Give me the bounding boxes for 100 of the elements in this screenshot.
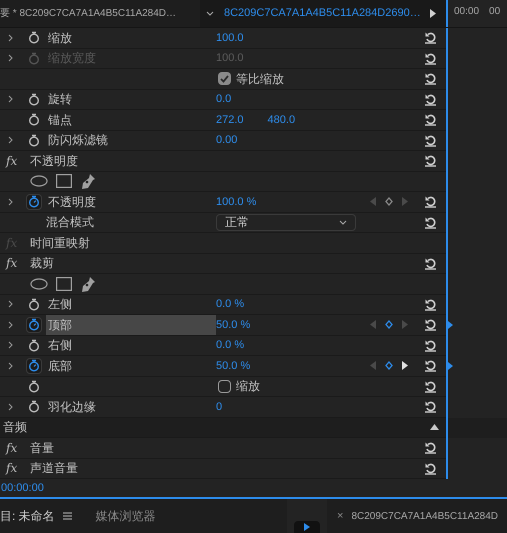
keyframe-marker-icon[interactable]	[448, 321, 453, 330]
expand-chevron-icon[interactable]	[8, 402, 14, 411]
reset-icon[interactable]	[424, 195, 437, 208]
stopwatch-icon[interactable]	[26, 91, 42, 108]
reset-icon[interactable]	[424, 256, 437, 270]
play-icon[interactable]	[430, 9, 436, 18]
stopwatch-icon[interactable]	[26, 398, 42, 415]
expand-chevron-icon[interactable]	[8, 34, 14, 42]
reset-icon[interactable]	[424, 400, 437, 414]
param-value[interactable]: 0.0	[216, 91, 232, 108]
expand-chevron-icon[interactable]	[8, 136, 14, 144]
param-label: 旋转	[47, 91, 73, 108]
param-value[interactable]: 480.0	[268, 112, 296, 128]
stopwatch-icon[interactable]	[26, 112, 42, 128]
param-label: 锚点	[47, 112, 73, 129]
reset-icon[interactable]	[424, 462, 437, 475]
effect-name: 时间重映射	[30, 234, 90, 252]
param-value[interactable]: 100.0	[216, 30, 244, 46]
pen-icon[interactable]	[80, 173, 96, 190]
reset-icon[interactable]	[424, 134, 437, 147]
fx-toggle[interactable]: fx	[6, 152, 22, 170]
caret-icon	[339, 220, 347, 225]
ellipse-mask-icon[interactable]	[30, 175, 48, 188]
source-tab[interactable]: 8C209C7CA7A1A4B5C11A284D	[351, 508, 498, 524]
param-label: 底部	[47, 358, 73, 375]
param-value[interactable]: 272.0	[216, 112, 244, 128]
blend-mode-dropdown[interactable]: 正常	[216, 214, 356, 231]
close-button[interactable]: ×	[337, 508, 344, 524]
param-value[interactable]: 0.0 %	[216, 337, 244, 354]
stopwatch-icon[interactable]	[26, 30, 42, 46]
ellipse-mask-icon[interactable]	[30, 278, 48, 290]
param-label: 缩放	[47, 30, 73, 47]
param-value[interactable]: 0.00	[216, 132, 238, 148]
effect-name: 不透明度	[30, 152, 78, 170]
keyframe-diamond-icon[interactable]	[385, 361, 393, 370]
play-button[interactable]	[294, 521, 320, 533]
fx-toggle[interactable]: fx	[6, 438, 22, 457]
menu-icon[interactable]	[62, 512, 72, 520]
reset-icon[interactable]	[424, 72, 437, 86]
reset-icon[interactable]	[424, 338, 437, 352]
param-label: 不透明度	[47, 194, 97, 211]
collapse-triangle-icon[interactable]	[430, 424, 439, 430]
expand-chevron-icon[interactable]	[8, 198, 14, 206]
keyframe-diamond-icon[interactable]	[385, 320, 393, 330]
param-value[interactable]: 100.0 %	[216, 194, 256, 210]
stopwatch-icon[interactable]	[26, 337, 42, 354]
sequence-tab[interactable]: 要 * 8C209C7CA7A1A4B5C11A284D…	[0, 6, 176, 21]
param-value[interactable]: 0	[216, 398, 222, 415]
reset-icon[interactable]	[424, 441, 437, 454]
fx-toggle[interactable]: fx	[6, 254, 22, 272]
reset-icon[interactable]	[424, 380, 437, 393]
reset-icon[interactable]	[424, 216, 437, 229]
reset-icon[interactable]	[424, 298, 437, 311]
play-icon[interactable]	[304, 523, 310, 531]
param-label: 防闪烁滤镜	[47, 132, 109, 150]
reset-icon[interactable]	[424, 31, 437, 44]
pen-icon[interactable]	[80, 276, 96, 292]
timecode[interactable]: 00:00:00	[1, 480, 44, 496]
stopwatch-icon[interactable]	[26, 296, 42, 312]
effect-name: 声道音量	[30, 460, 78, 478]
reset-icon[interactable]	[424, 113, 437, 126]
stopwatch-icon[interactable]	[26, 132, 42, 148]
expand-chevron-icon[interactable]	[8, 362, 14, 370]
panel-tab[interactable]: 目: 未命名	[0, 507, 55, 525]
section-title: 音频	[3, 419, 27, 436]
param-label: 混合模式	[46, 214, 95, 232]
caret-icon[interactable]	[206, 11, 214, 16]
effect-name: 裁剪	[30, 255, 54, 272]
param-label: 顶部	[46, 315, 216, 334]
panel-tab[interactable]: 媒体浏览器	[96, 507, 156, 525]
expand-chevron-icon[interactable]	[8, 320, 14, 329]
reset-icon[interactable]	[424, 92, 437, 106]
keyframe-diamond-icon[interactable]	[385, 197, 393, 206]
fx-toggle[interactable]: fx	[6, 459, 22, 478]
effect-name: 音量	[30, 440, 54, 457]
rectangle-mask-icon[interactable]	[56, 174, 72, 188]
expand-chevron-icon[interactable]	[8, 341, 14, 350]
keyframe-marker-icon[interactable]	[448, 362, 453, 370]
reset-icon[interactable]	[424, 154, 437, 168]
param-label: 左侧	[47, 296, 73, 314]
param-label: 羽化边缘	[47, 398, 97, 416]
expand-chevron-icon[interactable]	[8, 95, 14, 104]
stopwatch-icon[interactable]	[26, 358, 42, 374]
param-label: 右侧	[47, 337, 73, 354]
reset-icon[interactable]	[424, 359, 437, 372]
time-ruler[interactable]: 00:00 00	[446, 0, 507, 27]
checkbox-label: 缩放	[236, 378, 260, 396]
stopwatch-icon[interactable]	[26, 316, 42, 333]
reset-icon[interactable]	[424, 318, 437, 332]
next-keyframe-icon[interactable]	[402, 361, 408, 370]
param-value[interactable]: 50.0 %	[216, 358, 250, 374]
checkbox-label: 等比缩放	[236, 70, 284, 88]
checkbox[interactable]	[218, 72, 231, 86]
expand-chevron-icon[interactable]	[8, 300, 14, 308]
stopwatch-icon[interactable]	[26, 378, 42, 394]
stopwatch-icon[interactable]	[26, 194, 42, 210]
checkbox[interactable]	[218, 380, 231, 393]
param-value[interactable]: 50.0 %	[216, 316, 250, 333]
rectangle-mask-icon[interactable]	[56, 276, 72, 291]
param-value[interactable]: 0.0 %	[216, 296, 244, 312]
